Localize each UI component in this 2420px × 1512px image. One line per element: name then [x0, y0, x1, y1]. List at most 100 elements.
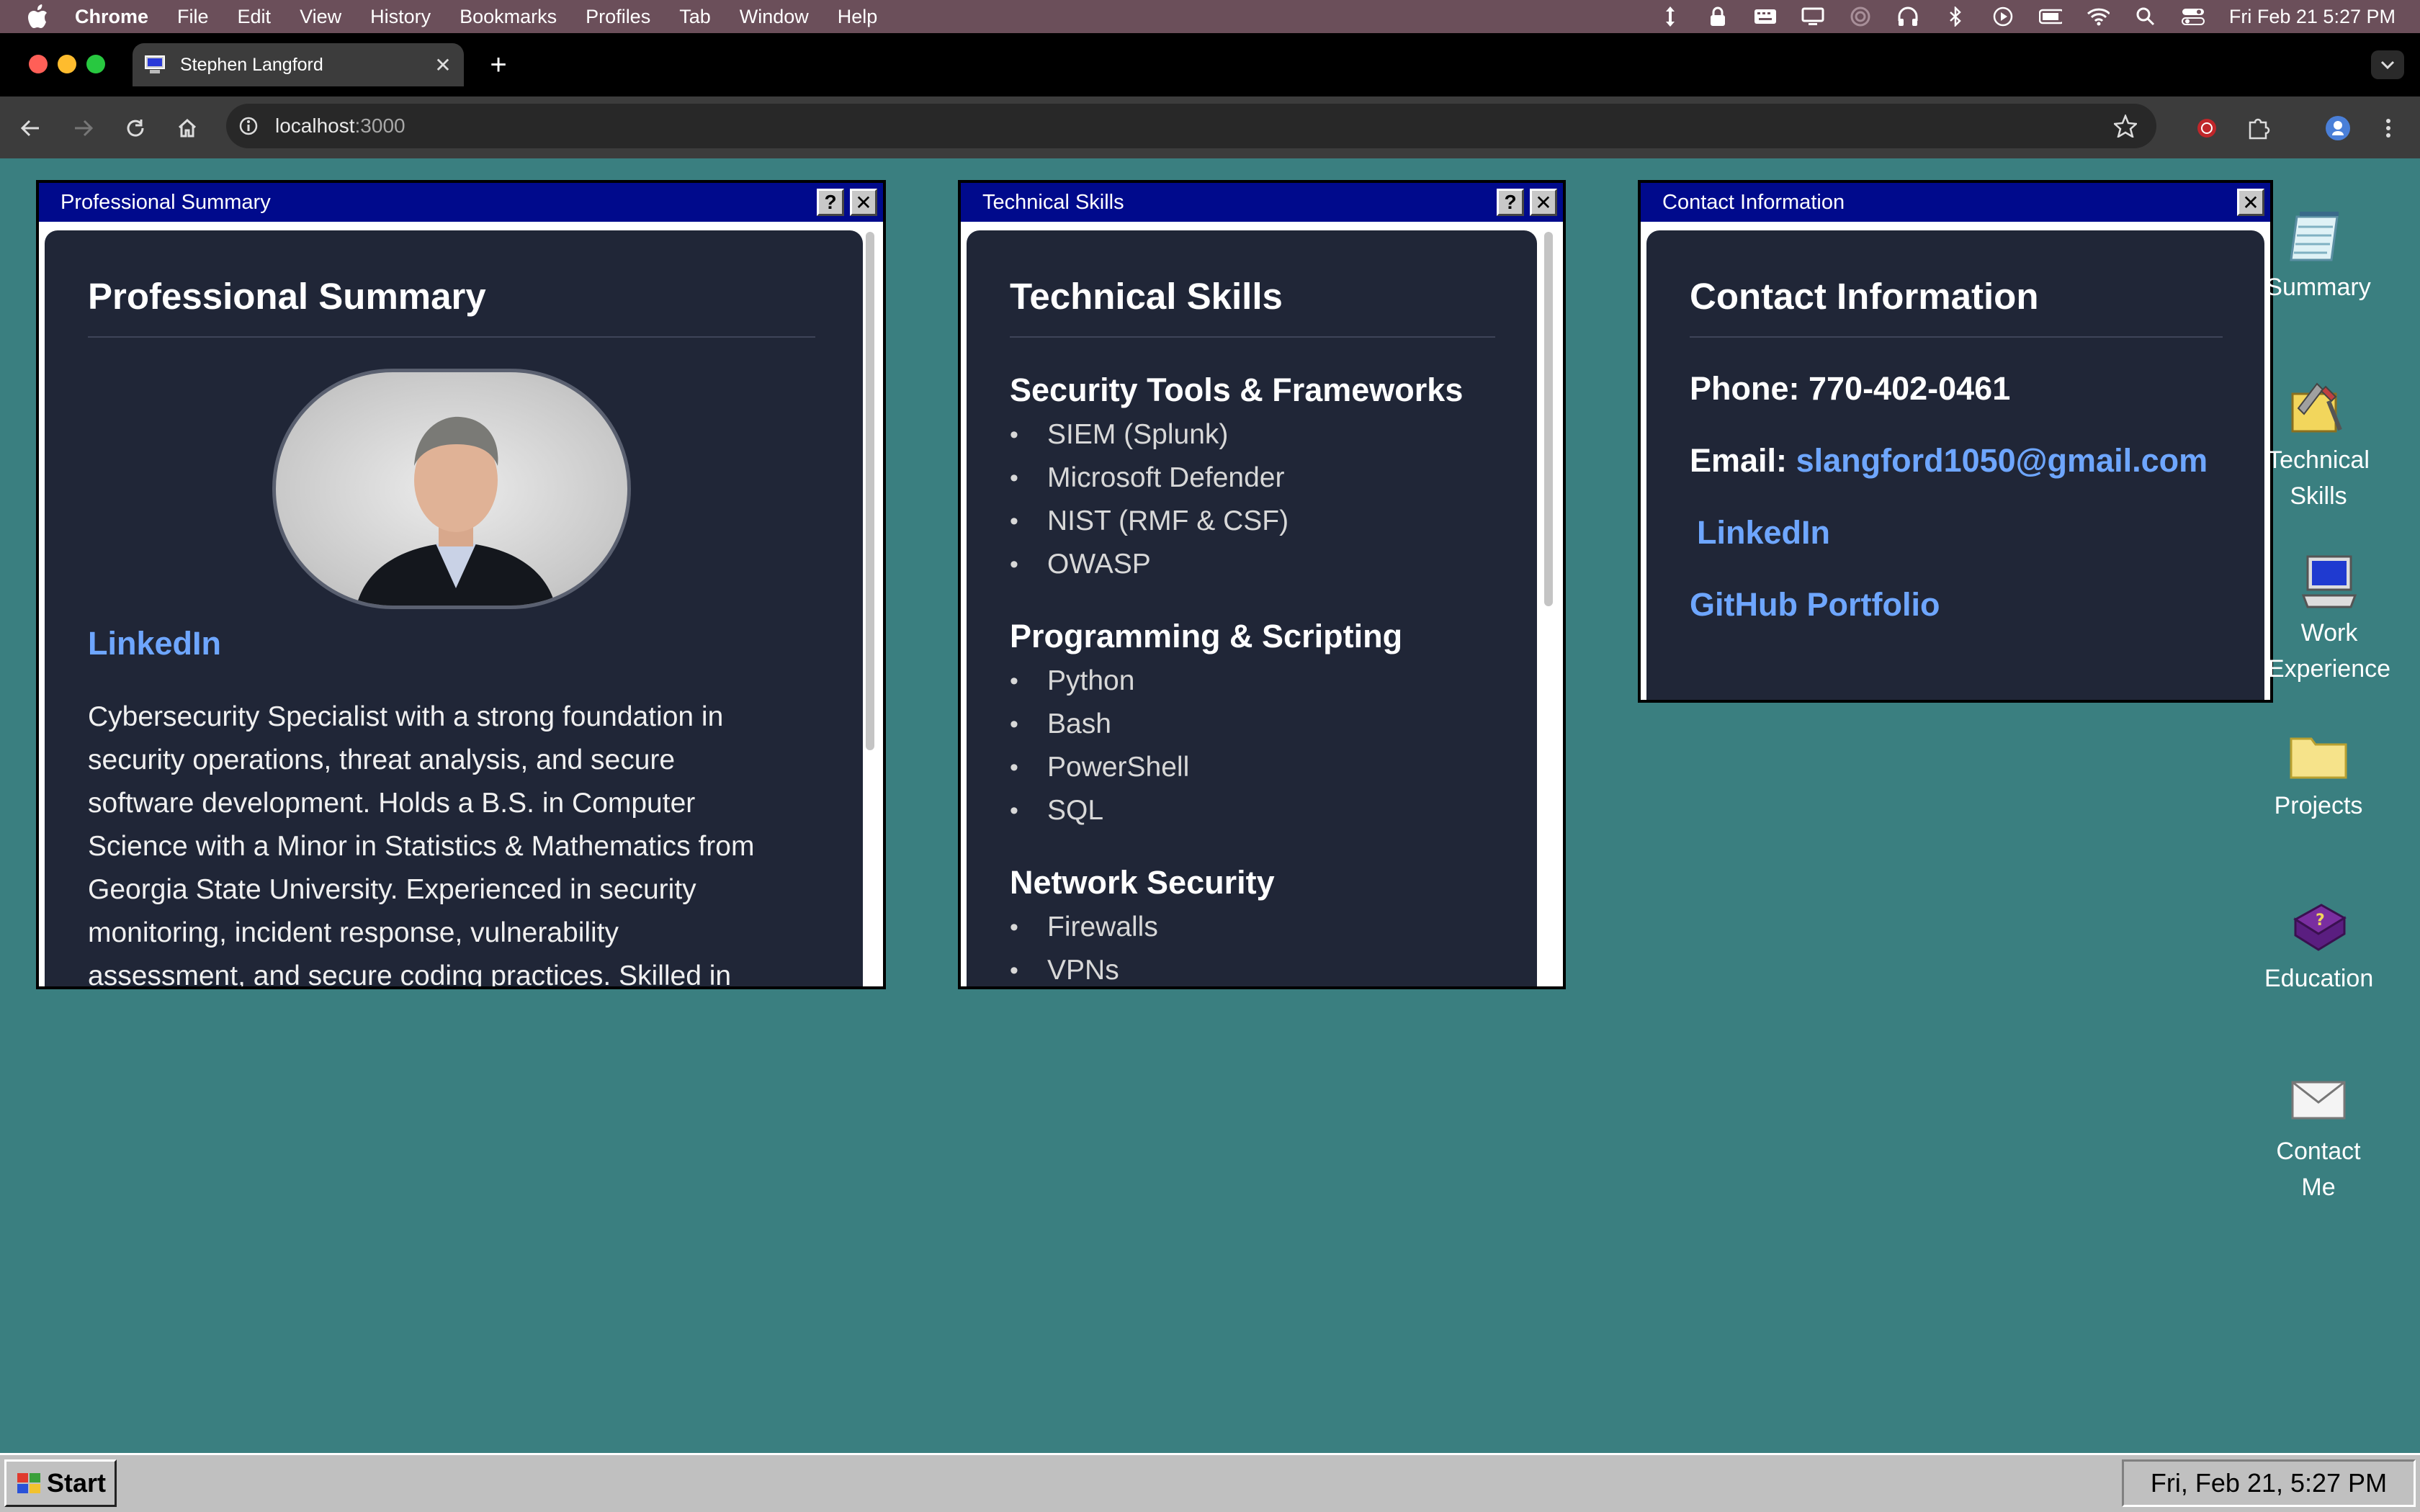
- search-icon[interactable]: [2134, 6, 2157, 27]
- address-bar[interactable]: localhost:3000: [226, 104, 2156, 148]
- menu-bookmarks[interactable]: Bookmarks: [460, 6, 557, 28]
- network-security-list: Firewalls VPNs: [1010, 906, 1528, 986]
- desktop-icon-label: Work Experience: [2267, 619, 2391, 683]
- start-label: Start: [47, 1468, 107, 1498]
- linkedin-link[interactable]: LinkedIn: [88, 625, 221, 662]
- desktop-icon-education[interactable]: ? Education: [2264, 896, 2374, 996]
- summary-window-content: Professional Summary LinkedIn Cybersecur…: [45, 230, 863, 986]
- bookmark-star-icon[interactable]: [2113, 114, 2138, 138]
- list-item: Microsoft Defender: [1010, 456, 1528, 500]
- site-info-icon[interactable]: [238, 115, 259, 137]
- extensions-puzzle-icon[interactable]: [2244, 114, 2273, 143]
- keyboard-icon[interactable]: [1754, 6, 1777, 27]
- desktop-icon-label: Education: [2264, 965, 2374, 992]
- list-item: Python: [1010, 660, 1528, 703]
- battery-icon[interactable]: [2038, 6, 2062, 27]
- desktop-icon-summary[interactable]: Summary: [2264, 204, 2372, 305]
- reload-icon[interactable]: [121, 114, 150, 143]
- menu-window[interactable]: Window: [740, 6, 809, 28]
- play-icon[interactable]: [1991, 6, 2015, 27]
- profile-avatar-icon[interactable]: [2323, 114, 2352, 143]
- folder-icon: [2286, 723, 2351, 788]
- url-host: localhost: [275, 114, 355, 137]
- github-portfolio-link[interactable]: GitHub Portfolio: [1690, 586, 1940, 623]
- contact-linkedin-link[interactable]: LinkedIn: [1697, 514, 1830, 551]
- paragraph-line: assessment, and secure coding practices.…: [88, 960, 732, 986]
- menu-app-name[interactable]: Chrome: [75, 6, 148, 28]
- paragraph-line: Cybersecurity Specialist with a strong f…: [88, 701, 724, 732]
- back-arrow-icon[interactable]: [16, 114, 45, 143]
- browser-tab[interactable]: Stephen Langford ✕: [133, 43, 464, 86]
- computer-favicon-icon: [144, 55, 166, 75]
- paragraph-line: monitoring, incident response, vulnerabi…: [88, 917, 619, 948]
- professional-summary-window: Professional Summary ? ✕ Professional Su…: [36, 180, 886, 989]
- skills-list: Security Tools & Frameworks SIEM (Splunk…: [1010, 372, 1528, 986]
- paragraph-line: software development. Holds a B.S. in Co…: [88, 788, 696, 819]
- menu-profiles[interactable]: Profiles: [586, 6, 650, 28]
- close-tab-icon[interactable]: ✕: [432, 54, 454, 76]
- menu-help[interactable]: Help: [838, 6, 878, 28]
- menu-file[interactable]: File: [177, 6, 209, 28]
- help-icon[interactable]: ?: [817, 189, 844, 216]
- wifi-icon[interactable]: [2087, 6, 2110, 27]
- airdrop-icon[interactable]: [1849, 6, 1872, 27]
- contact-information-window: Contact Information ✕ Contact Informatio…: [1638, 180, 2273, 703]
- desktop-icon-projects[interactable]: Projects: [2264, 723, 2372, 824]
- close-icon[interactable]: ✕: [2237, 189, 2264, 216]
- lock-icon[interactable]: [1706, 6, 1729, 27]
- desktop-icon-label: Technical Skills: [2267, 446, 2370, 510]
- home-icon[interactable]: [173, 114, 202, 143]
- macos-menu-bar: Chrome File Edit View History Bookmarks …: [0, 0, 2420, 33]
- paragraph-line: security operations, threat analysis, an…: [88, 744, 676, 775]
- list-item: SQL: [1010, 789, 1528, 832]
- bluetooth-icon[interactable]: [1944, 6, 1967, 27]
- resize-arrows-icon[interactable]: [1659, 6, 1682, 27]
- menu-edit[interactable]: Edit: [238, 6, 272, 28]
- summary-scrollbar-thumb[interactable]: [866, 232, 874, 750]
- url-port: :3000: [354, 114, 405, 137]
- contact-heading: Contact Information: [1690, 275, 2223, 338]
- email-link[interactable]: slangford1050@gmail.com: [1796, 442, 2208, 479]
- notepad-icon: [2286, 204, 2351, 269]
- control-center-icon[interactable]: [2181, 6, 2205, 27]
- menu-tab[interactable]: Tab: [679, 6, 711, 28]
- desktop-icon-contact-me[interactable]: Contact Me: [2264, 1068, 2372, 1205]
- desktop-icon-work-experience[interactable]: Work Experience: [2264, 550, 2394, 687]
- apple-icon[interactable]: [27, 4, 49, 29]
- chrome-menu-icon[interactable]: [2374, 114, 2403, 143]
- list-item: VPNs: [1010, 949, 1528, 986]
- contact-window-titlebar[interactable]: Contact Information ✕: [1641, 183, 2270, 222]
- summary-scrollbar[interactable]: [864, 228, 877, 986]
- profile-photo: [272, 369, 631, 609]
- maximize-window-button[interactable]: [86, 55, 105, 73]
- skill-section-heading: Security Tools & Frameworks: [1010, 372, 1464, 408]
- summary-window-titlebar[interactable]: Professional Summary ? ✕: [39, 183, 883, 222]
- menu-view[interactable]: View: [300, 6, 341, 28]
- new-tab-icon[interactable]: +: [484, 49, 513, 81]
- technical-skills-window: Technical Skills ? ✕ Technical Skills Se…: [958, 180, 1566, 989]
- desktop-icon-technical-skills[interactable]: Technical Skills: [2264, 377, 2372, 514]
- forward-arrow-icon[interactable]: [69, 114, 98, 143]
- display-icon[interactable]: [1801, 6, 1824, 27]
- help-icon[interactable]: ?: [1497, 189, 1524, 216]
- skills-window-content: Technical Skills Security Tools & Framew…: [967, 230, 1537, 986]
- skills-window-titlebar[interactable]: Technical Skills ? ✕: [961, 183, 1563, 222]
- close-icon[interactable]: ✕: [850, 189, 877, 216]
- security-tools-list: SIEM (Splunk) Microsoft Defender NIST (R…: [1010, 413, 1528, 586]
- menubar-clock[interactable]: Fri Feb 21 5:27 PM: [2229, 6, 2396, 28]
- status-area: Fri Feb 21 5:27 PM: [1659, 0, 2396, 33]
- close-icon[interactable]: ✕: [1530, 189, 1557, 216]
- extension-red-icon[interactable]: [2192, 114, 2221, 143]
- email-label: Email:: [1690, 442, 1788, 479]
- computer-icon: [2297, 550, 2362, 615]
- envelope-icon: [2286, 1068, 2351, 1133]
- minimize-window-button[interactable]: [58, 55, 76, 73]
- tab-search-chevron-icon[interactable]: [2371, 50, 2404, 79]
- headphones-icon[interactable]: [1896, 6, 1919, 27]
- start-button[interactable]: Start: [4, 1459, 117, 1507]
- close-window-button[interactable]: [29, 55, 48, 73]
- skills-scrollbar[interactable]: [1543, 228, 1556, 986]
- skills-scrollbar-thumb[interactable]: [1544, 232, 1553, 606]
- paragraph-line: Science with a Minor in Statistics & Mat…: [88, 831, 755, 862]
- menu-history[interactable]: History: [370, 6, 431, 28]
